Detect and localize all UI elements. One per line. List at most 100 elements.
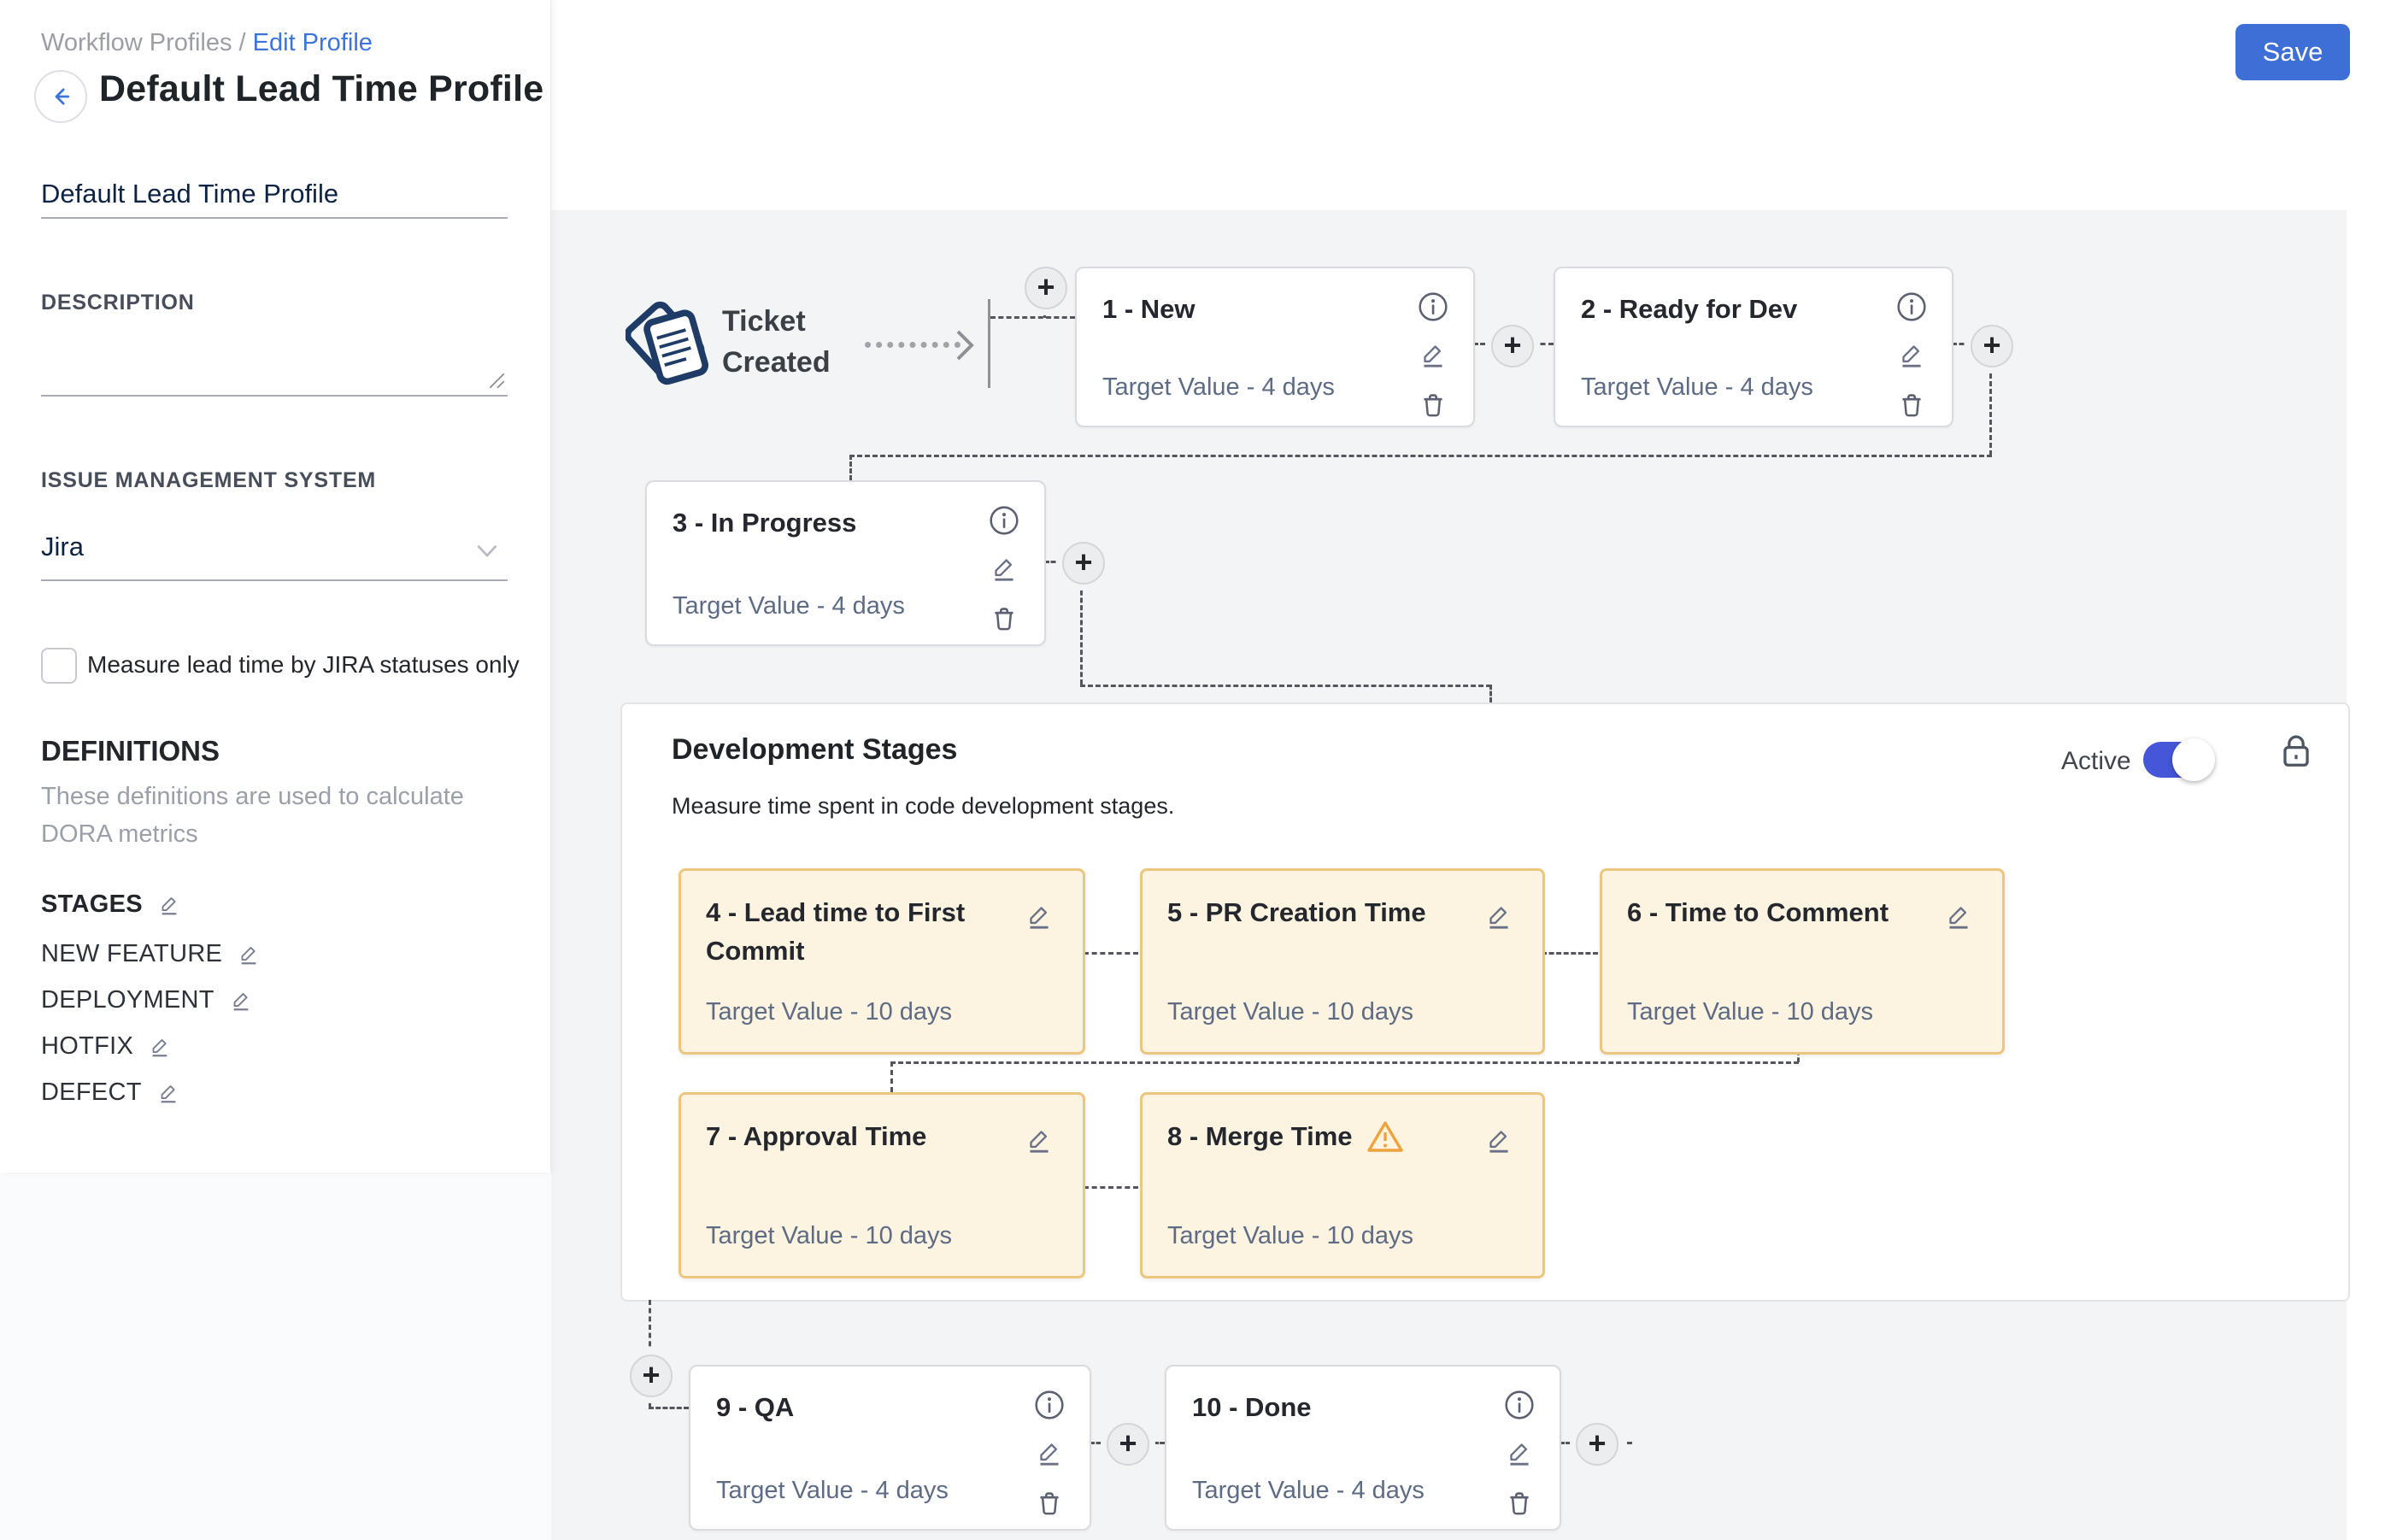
jira-statuses-checkbox[interactable] bbox=[41, 648, 77, 684]
stage-target-value: Target Value - 10 days bbox=[1167, 1222, 1413, 1250]
breadcrumb-root[interactable]: Workflow Profiles bbox=[41, 29, 232, 56]
edit-pencil-icon[interactable] bbox=[988, 552, 1020, 585]
trash-icon[interactable] bbox=[1417, 388, 1449, 420]
trash-icon[interactable] bbox=[1895, 388, 1928, 420]
connector-line bbox=[1617, 1442, 1632, 1444]
definition-item-stages[interactable]: STAGES bbox=[41, 887, 182, 921]
plus-icon: + bbox=[642, 1360, 660, 1390]
stage-title: 2 - Ready for Dev bbox=[1581, 294, 1797, 325]
connector-line bbox=[1090, 1442, 1107, 1444]
dev-panel-subtitle: Measure time spent in code development s… bbox=[672, 793, 1174, 820]
issue-management-select[interactable]: Jira bbox=[41, 518, 508, 581]
connector-line bbox=[649, 1407, 689, 1409]
stage-card-9: 9 - QA Target Value - 4 days bbox=[689, 1365, 1091, 1531]
stage-card-1: 1 - New Target Value - 4 days bbox=[1075, 267, 1475, 427]
stage-target-value: Target Value - 4 days bbox=[673, 592, 905, 620]
connector-line bbox=[890, 1061, 893, 1092]
arrow-head-icon bbox=[955, 328, 976, 362]
connector-line bbox=[649, 1300, 651, 1355]
edit-pencil-icon[interactable] bbox=[1895, 338, 1928, 371]
start-connector-bar bbox=[988, 299, 990, 388]
definition-item-label: NEW FEATURE bbox=[41, 940, 222, 968]
edit-pencil-icon[interactable] bbox=[1033, 1437, 1066, 1469]
connector-line bbox=[1473, 343, 1492, 345]
warning-icon bbox=[1366, 1119, 1404, 1155]
description-textarea[interactable] bbox=[41, 314, 508, 397]
add-stage-button[interactable]: + bbox=[1491, 325, 1534, 367]
stage-card-5: 5 - PR Creation Time Target Value - 10 d… bbox=[1140, 868, 1545, 1055]
dev-panel-title: Development Stages bbox=[672, 733, 957, 767]
info-icon[interactable] bbox=[1033, 1389, 1066, 1421]
add-stage-button[interactable]: + bbox=[1062, 542, 1105, 585]
info-icon[interactable] bbox=[1417, 291, 1449, 323]
stage-card-6: 6 - Time to Comment Target Value - 10 da… bbox=[1600, 868, 2005, 1055]
stage-card-4: 4 - Lead time to First Commit Target Val… bbox=[679, 868, 1085, 1055]
add-stage-button[interactable]: + bbox=[1025, 267, 1067, 309]
stage-card-10: 10 - Done Target Value - 4 days bbox=[1165, 1365, 1561, 1531]
info-icon[interactable] bbox=[988, 504, 1020, 537]
connector-line bbox=[1489, 685, 1492, 702]
definition-item-label: STAGES bbox=[41, 890, 143, 919]
definition-item-label: HOTFIX bbox=[41, 1032, 133, 1061]
definitions-subtitle: These definitions are used to calculate … bbox=[41, 778, 489, 853]
plus-icon: + bbox=[1119, 1428, 1137, 1459]
connector-line bbox=[1084, 952, 1138, 955]
back-button[interactable] bbox=[34, 70, 87, 123]
connector-line bbox=[1560, 1442, 1577, 1444]
plus-icon: + bbox=[1503, 330, 1521, 361]
connector-line bbox=[1080, 583, 1083, 685]
edit-pencil-icon[interactable] bbox=[1023, 900, 1055, 932]
connector-line bbox=[1080, 685, 1491, 687]
connector-line bbox=[649, 1396, 651, 1408]
edit-pencil-icon[interactable] bbox=[1023, 1124, 1055, 1156]
edit-pencil-icon[interactable] bbox=[236, 941, 261, 967]
trash-icon[interactable] bbox=[988, 602, 1020, 634]
definition-item-hotfix[interactable]: HOTFIX bbox=[41, 1029, 173, 1063]
definition-item-deployment[interactable]: DEPLOYMENT bbox=[41, 983, 254, 1017]
active-toggle-label: Active bbox=[2061, 747, 2131, 776]
connector-line bbox=[1989, 366, 1992, 456]
edit-pencil-icon[interactable] bbox=[1483, 1124, 1515, 1156]
lock-icon[interactable] bbox=[2275, 730, 2318, 773]
save-button[interactable]: Save bbox=[2235, 24, 2350, 80]
edit-pencil-icon[interactable] bbox=[156, 1079, 181, 1105]
info-icon[interactable] bbox=[1895, 291, 1928, 323]
stage-title: 1 - New bbox=[1102, 294, 1196, 325]
profile-name-input[interactable] bbox=[41, 171, 508, 219]
plus-icon: + bbox=[1983, 330, 2000, 361]
stage-target-value: Target Value - 4 days bbox=[1192, 1477, 1425, 1505]
stage-title: 10 - Done bbox=[1192, 1392, 1312, 1423]
edit-pencil-icon[interactable] bbox=[1942, 900, 1975, 932]
issue-management-label: ISSUE MANAGEMENT SYSTEM bbox=[41, 468, 376, 493]
edit-pencil-icon[interactable] bbox=[1417, 338, 1449, 371]
edit-pencil-icon[interactable] bbox=[1503, 1437, 1536, 1469]
edit-pencil-icon[interactable] bbox=[1483, 900, 1515, 932]
definition-item-defect[interactable]: DEFECT bbox=[41, 1075, 181, 1109]
edit-pencil-icon[interactable] bbox=[228, 987, 254, 1013]
info-icon[interactable] bbox=[1503, 1389, 1536, 1421]
arrow-left-icon bbox=[48, 84, 73, 109]
add-stage-button[interactable]: + bbox=[1107, 1423, 1149, 1466]
edit-pencil-icon[interactable] bbox=[147, 1033, 173, 1059]
trash-icon[interactable] bbox=[1503, 1486, 1536, 1519]
resize-handle-icon[interactable] bbox=[487, 371, 506, 390]
stage-card-7: 7 - Approval Time Target Value - 10 days bbox=[679, 1092, 1085, 1278]
chevron-down-icon bbox=[472, 535, 502, 566]
add-stage-button[interactable]: + bbox=[1971, 325, 2013, 367]
stage-target-value: Target Value - 4 days bbox=[1102, 373, 1335, 402]
connector-line bbox=[890, 1061, 1799, 1064]
edit-pencil-icon[interactable] bbox=[156, 891, 182, 917]
stage-title: 3 - In Progress bbox=[673, 508, 856, 538]
definition-item-new-feature[interactable]: NEW FEATURE bbox=[41, 937, 261, 971]
jira-statuses-checkbox-label: Measure lead time by JIRA statuses only bbox=[87, 651, 520, 679]
trash-icon[interactable] bbox=[1033, 1486, 1066, 1519]
connector-line bbox=[1532, 343, 1554, 345]
issue-management-value: Jira bbox=[41, 532, 84, 562]
add-stage-button[interactable]: + bbox=[1576, 1423, 1618, 1466]
plus-icon: + bbox=[1037, 272, 1055, 303]
stage-title: 5 - PR Creation Time bbox=[1167, 893, 1426, 932]
breadcrumb-current[interactable]: Edit Profile bbox=[253, 29, 373, 56]
add-stage-button[interactable]: + bbox=[630, 1355, 673, 1397]
page-title: Default Lead Time Profile bbox=[99, 68, 543, 110]
active-toggle[interactable] bbox=[2143, 742, 2208, 778]
